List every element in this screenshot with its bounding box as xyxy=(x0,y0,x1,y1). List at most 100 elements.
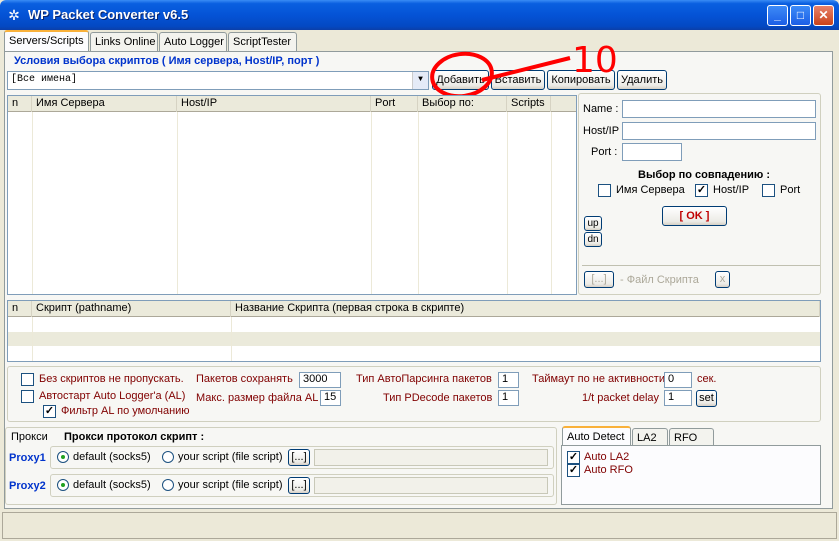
servers-table[interactable]: n Имя Сервера Host/IP Port Выбор по: Scr… xyxy=(7,95,577,295)
col-select-by[interactable]: Выбор по: xyxy=(418,96,507,112)
match-host-checkbox[interactable]: ✓ xyxy=(695,184,708,197)
grid-divider xyxy=(32,317,33,361)
maximize-button[interactable]: □ xyxy=(790,5,811,26)
proxy2-default-radio[interactable] xyxy=(57,479,69,491)
auto-la2-checkbox[interactable]: ✓ xyxy=(567,451,580,464)
auto-rfo-label: Auto RFO xyxy=(584,464,633,476)
name-label: Name : xyxy=(583,103,619,115)
form-divider xyxy=(582,265,820,266)
grid-divider xyxy=(371,112,372,294)
annotation-circle xyxy=(430,51,494,99)
proxy2-label: Proxy2 xyxy=(9,480,46,492)
max-file-size-input[interactable]: 15 xyxy=(320,390,341,406)
proxy1-script-radio[interactable] xyxy=(162,451,174,463)
match-server-checkbox[interactable] xyxy=(598,184,611,197)
proxy1-default-radio[interactable] xyxy=(57,451,69,463)
proxy1-browse-button[interactable]: [...] xyxy=(288,449,310,466)
match-host-label: Host/IP xyxy=(713,184,750,196)
tab-la2[interactable]: LA2 xyxy=(632,428,668,446)
autoparse-type-label: Тип АвтоПарсинга пакетов xyxy=(356,373,492,385)
tab-auto-detect[interactable]: Auto Detect xyxy=(562,426,631,446)
proxy-tab-label: Прокси xyxy=(11,431,48,443)
col-scripts[interactable]: Scripts xyxy=(507,96,551,112)
script-file-label: - Файл Скрипта xyxy=(620,274,699,286)
grid-divider xyxy=(231,317,232,361)
proxy1-script-label: your script (file script) xyxy=(178,451,283,463)
close-button[interactable]: ✕ xyxy=(813,5,834,26)
proxy2-path-field[interactable] xyxy=(314,477,548,494)
scripts-table[interactable]: n Скрипт (pathname) Название Скрипта (пе… xyxy=(7,300,821,362)
port-input[interactable] xyxy=(622,143,682,161)
packets-keep-label: Пакетов сохранять xyxy=(196,373,293,385)
annotation-number: 10 xyxy=(572,40,618,81)
tab-auto-logger[interactable]: Auto Logger xyxy=(159,32,227,52)
filter-al-default-label: Фильтр AL по умолчанию xyxy=(61,405,190,417)
status-bar xyxy=(2,512,837,539)
no-scripts-skip-checkbox[interactable] xyxy=(21,373,34,386)
match-server-label: Имя Сервера xyxy=(616,184,685,196)
proxy1-path-field[interactable] xyxy=(314,449,548,466)
match-port-checkbox[interactable] xyxy=(762,184,775,197)
name-input[interactable] xyxy=(622,100,816,118)
autostart-logger-checkbox[interactable] xyxy=(21,390,34,403)
col-script-path[interactable]: Скрипт (pathname) xyxy=(32,301,231,317)
auto-la2-label: Auto LA2 xyxy=(584,451,630,463)
packets-keep-input[interactable]: 3000 xyxy=(299,372,341,388)
proxy2-script-radio[interactable] xyxy=(162,479,174,491)
down-button[interactable]: dn xyxy=(584,232,602,247)
autostart-logger-label: Автостарт Auto Logger'a (AL) xyxy=(39,390,186,402)
script-file-clear-button[interactable]: x xyxy=(715,271,730,288)
max-file-size-label: Макс. размер файла AL xyxy=(196,392,319,404)
packet-delay-input[interactable]: 1 xyxy=(664,390,692,406)
auto-rfo-checkbox[interactable]: ✓ xyxy=(567,464,580,477)
inactivity-timeout-input[interactable]: 0 xyxy=(664,372,692,388)
inactivity-unit-label: сек. xyxy=(697,373,717,385)
proxy-heading: Прокси протокол скрипт : xyxy=(64,431,205,443)
servers-table-header: n Имя Сервера Host/IP Port Выбор по: Scr… xyxy=(8,96,576,112)
inactivity-timeout-label: Таймаут по не активности xyxy=(532,373,665,385)
ok-button[interactable]: [ OK ] xyxy=(662,206,727,226)
grid-divider xyxy=(32,112,33,294)
title-bar[interactable]: ✲ WP Packet Converter v6.5 _ □ ✕ xyxy=(0,0,839,30)
col-n[interactable]: n xyxy=(8,301,32,317)
col-port[interactable]: Port xyxy=(371,96,418,112)
proxy2-script-label: your script (file script) xyxy=(178,479,283,491)
proxy2-default-label: default (socks5) xyxy=(73,479,151,491)
app-icon[interactable]: ✲ xyxy=(6,7,22,23)
grid-divider xyxy=(418,112,419,294)
tab-rfo[interactable]: RFO xyxy=(669,428,714,446)
scripts-conditions-heading: Условия выбора скриптов ( Имя сервера, H… xyxy=(14,55,320,67)
packet-delay-set-button[interactable]: set xyxy=(696,390,717,407)
packet-delay-label: 1/t packet delay xyxy=(582,392,660,404)
host-input[interactable] xyxy=(622,122,816,140)
up-button[interactable]: up xyxy=(584,216,602,231)
proxy2-browse-button[interactable]: [...] xyxy=(288,477,310,494)
autoparse-type-input[interactable]: 1 xyxy=(498,372,519,388)
tab-links-online[interactable]: Links Online xyxy=(90,32,158,52)
grid-divider xyxy=(551,112,552,294)
match-port-label: Port xyxy=(780,184,801,196)
server-filter-value: [Все имена] xyxy=(11,74,78,85)
tab-servers-scripts[interactable]: Servers/Scripts xyxy=(4,30,89,52)
grid-divider xyxy=(177,112,178,294)
no-scripts-skip-label: Без скриптов не пропускать. xyxy=(39,373,184,385)
tab-script-tester[interactable]: ScriptTester xyxy=(228,32,297,52)
table-row[interactable] xyxy=(8,332,820,346)
col-server-name[interactable]: Имя Сервера xyxy=(32,96,177,112)
minimize-button[interactable]: _ xyxy=(767,5,788,26)
annotation-arrow xyxy=(481,56,571,82)
pdecode-type-label: Тип PDecode пакетов xyxy=(383,392,493,404)
col-host-ip[interactable]: Host/IP xyxy=(177,96,371,112)
filter-al-default-checkbox[interactable]: ✓ xyxy=(43,405,56,418)
proxy1-label: Proxy1 xyxy=(9,452,46,464)
script-file-browse-button[interactable]: [...] xyxy=(584,271,614,288)
col-n[interactable]: n xyxy=(8,96,32,112)
grid-divider xyxy=(507,112,508,294)
host-label: Host/IP xyxy=(583,125,620,137)
col-script-title[interactable]: Название Скрипта (первая строка в скрипт… xyxy=(231,301,820,317)
pdecode-type-input[interactable]: 1 xyxy=(498,390,519,406)
proxy1-default-label: default (socks5) xyxy=(73,451,151,463)
port-label: Port : xyxy=(591,146,618,158)
server-filter-combo[interactable]: [Все имена] ▼ xyxy=(7,71,429,90)
scripts-table-header: n Скрипт (pathname) Название Скрипта (пе… xyxy=(8,301,820,317)
